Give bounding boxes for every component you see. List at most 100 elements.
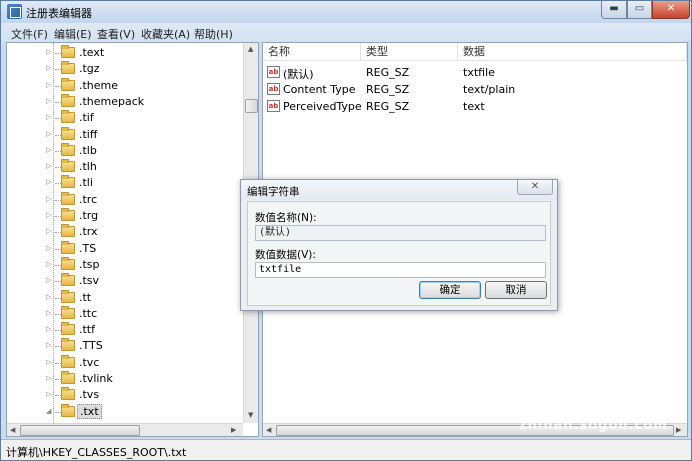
status-bar: 计算机\HKEY_CLASSES_ROOT\.txt (1, 439, 691, 460)
tree-item[interactable]: ▷ .theme (7, 77, 243, 94)
expand-arrow-icon[interactable]: ▷ (46, 390, 51, 398)
expand-arrow-icon[interactable]: ▷ (46, 309, 51, 317)
tree-item[interactable]: ▷ .tvlink (7, 371, 243, 387)
window-title: 注册表编辑器 (26, 7, 92, 20)
close-button[interactable]: ✕ (652, 1, 690, 19)
cancel-button[interactable]: 取消 (485, 281, 547, 299)
expand-arrow-icon[interactable]: ▷ (46, 211, 51, 219)
expand-arrow-icon[interactable]: ▷ (46, 130, 51, 138)
folder-icon (61, 387, 75, 401)
expand-arrow-icon[interactable]: ▷ (46, 276, 51, 284)
tree-item[interactable]: ▷ .trx (7, 224, 243, 240)
scroll-left-icon[interactable]: ◀ (10, 426, 15, 434)
tree-item[interactable]: ▷ .trg (7, 208, 243, 224)
folder-icon (61, 354, 75, 368)
tree-item-label: .TS (79, 241, 97, 255)
tree-item-label: .tsv (79, 274, 100, 288)
tree-item[interactable]: ▷ .tli (7, 175, 243, 191)
scroll-right-icon[interactable]: ▶ (676, 426, 681, 434)
scroll-right-icon[interactable]: ▶ (231, 426, 236, 434)
tree-item[interactable]: ▷ .tsp (7, 256, 243, 273)
column-header-data[interactable]: 数据 (458, 43, 687, 61)
key-tree-pane: ▷ .text ▷ .tgz ▷ .theme ▷ .themepack ▷ .tif ▷ .tiff… (6, 42, 259, 437)
folder-icon (61, 191, 75, 205)
scroll-left-icon[interactable]: ◀ (266, 426, 271, 434)
menu-file[interactable]: 文件(F) (11, 26, 48, 42)
expand-arrow-icon[interactable]: ▷ (46, 227, 51, 235)
tree-item[interactable]: ▷ .tlh (7, 159, 243, 175)
expand-arrow-icon[interactable]: ▷ (46, 341, 51, 349)
folder-icon (61, 224, 75, 238)
expand-arrow-icon[interactable]: ▷ (46, 260, 51, 268)
tree-item-label: .tsp (79, 257, 100, 271)
tree-item[interactable]: ▷ .tlb (7, 142, 243, 159)
column-header-type[interactable]: 类型 (361, 43, 458, 61)
tree-item[interactable]: ▷ .tgz (7, 61, 243, 77)
edit-string-dialog: 编辑字符串 ✕ 数值名称(N): (默认) 数值数据(V): txtfile 确… (240, 179, 558, 311)
expand-arrow-icon[interactable]: ▷ (46, 358, 51, 366)
menu-view[interactable]: 查看(V) (97, 26, 135, 42)
expand-arrow-icon[interactable]: ▷ (46, 48, 51, 56)
scroll-down-icon[interactable]: ▼ (248, 411, 253, 419)
tree-item-label: .ttf (79, 323, 95, 337)
expand-arrow-icon[interactable]: ▷ (46, 244, 51, 252)
tree-item-label: .tlb (79, 143, 97, 157)
expand-arrow-icon[interactable]: ▷ (46, 325, 51, 333)
tree-item[interactable]: ▷ .tvc (7, 354, 243, 371)
tree-item[interactable]: ▷ .text (7, 45, 243, 61)
close-icon: ✕ (530, 181, 540, 192)
maximize-button[interactable]: ▭ (627, 1, 652, 19)
value-type: REG_SZ (366, 66, 410, 79)
dialog-title-bar[interactable]: 编辑字符串 ✕ (241, 180, 557, 200)
folder-icon (61, 208, 75, 221)
title-bar[interactable]: 注册表编辑器 ▬ ▭ ✕ (1, 1, 691, 23)
expanded-arrow-icon[interactable]: ◢ (46, 407, 51, 415)
dialog-close-button[interactable]: ✕ (517, 180, 553, 195)
tree-item[interactable]: ▷ .themepack (7, 93, 243, 110)
tree-item[interactable]: ▷ .tiff (7, 126, 243, 143)
value-row[interactable]: ab Content Type REG_SZ text/plain (263, 81, 683, 98)
menu-edit[interactable]: 编辑(E) (54, 26, 92, 42)
tree-item[interactable]: ◢ .txt (7, 403, 243, 420)
tree-item[interactable]: ▷ .ttf (7, 322, 243, 338)
menu-favorites[interactable]: 收藏夹(A) (141, 26, 190, 42)
tree-item[interactable]: ▷ .TTS (7, 338, 243, 354)
expand-arrow-icon[interactable]: ▷ (46, 178, 51, 186)
tree-vertical-scroll-thumb[interactable] (245, 99, 258, 113)
expand-arrow-icon[interactable]: ▷ (46, 81, 51, 89)
folder-icon (61, 110, 75, 124)
expand-arrow-icon[interactable]: ▷ (46, 195, 51, 203)
expand-arrow-icon[interactable]: ▷ (46, 374, 51, 382)
scroll-up-icon[interactable]: ▲ (248, 45, 253, 53)
tree-item[interactable]: ▷ .tsv (7, 273, 243, 289)
tree-item-label: .TTS (79, 339, 103, 353)
tree-horizontal-scrollbar[interactable]: ◀ ▶ (7, 423, 243, 436)
tree-item[interactable]: ▷ .ttc (7, 305, 243, 322)
folder-icon (61, 338, 75, 352)
minimize-button[interactable]: ▬ (601, 1, 627, 19)
tree-item[interactable]: ▷ .tvs (7, 387, 243, 403)
ok-button[interactable]: 确定 (419, 281, 481, 299)
column-header-name[interactable]: 名称 (263, 43, 361, 61)
value-row[interactable]: ab PerceivedType REG_SZ text (263, 98, 683, 115)
expand-arrow-icon[interactable]: ▷ (46, 113, 51, 121)
expand-arrow-icon[interactable]: ▷ (46, 64, 51, 72)
menu-help[interactable]: 帮助(H) (194, 26, 233, 42)
folder-icon (61, 289, 75, 303)
value-row[interactable]: ab (默认) REG_SZ txtfile (263, 64, 683, 81)
tree-item[interactable]: ▷ .trc (7, 191, 243, 208)
tree-item[interactable]: ▷ .tt (7, 289, 243, 306)
expand-arrow-icon[interactable]: ▷ (46, 293, 51, 301)
value-name-label: 数值名称(N): (255, 212, 317, 224)
reg-sz-icon: ab (267, 100, 280, 112)
tree-item[interactable]: ▷ .tif (7, 110, 243, 126)
expand-arrow-icon[interactable]: ▷ (46, 146, 51, 154)
folder-icon (61, 305, 75, 319)
folder-icon (61, 403, 75, 417)
tree-horizontal-scroll-thumb[interactable] (20, 425, 140, 436)
value-data-input[interactable]: txtfile (255, 262, 546, 278)
expand-arrow-icon[interactable]: ▷ (46, 162, 51, 170)
expand-arrow-icon[interactable]: ▷ (46, 97, 51, 105)
folder-icon (61, 126, 75, 140)
tree-item[interactable]: ▷ .TS (7, 240, 243, 257)
